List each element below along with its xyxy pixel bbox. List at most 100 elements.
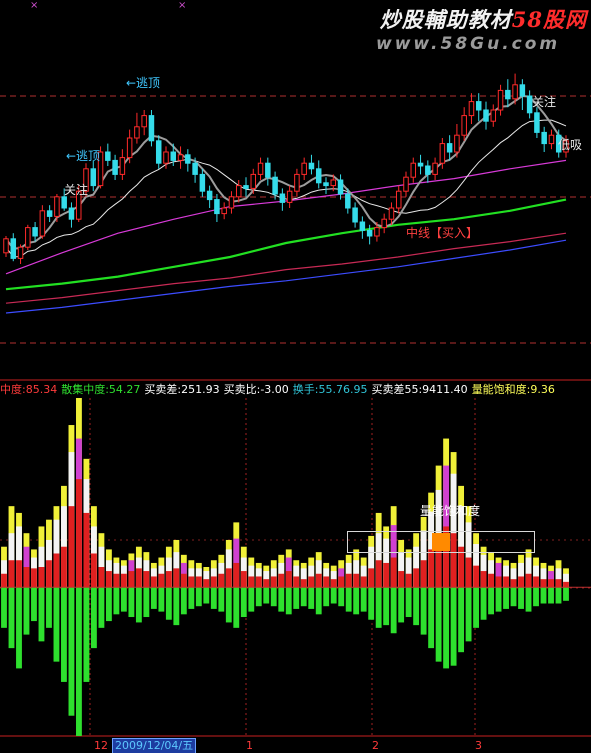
- vol-green-62: [465, 587, 472, 642]
- vol-green-23: [173, 587, 180, 626]
- candle-body-8: [61, 196, 67, 209]
- low-buy-label: 低吸: [558, 138, 583, 152]
- vol-green-13: [98, 587, 105, 628]
- vol-green-10: [76, 587, 82, 736]
- vol-red-48: [360, 576, 367, 588]
- vol-red-63: [473, 565, 480, 588]
- vol-red-74: [555, 579, 562, 588]
- vol-green-74: [555, 587, 562, 604]
- candle-body-73: [534, 112, 540, 133]
- ma-blue-line: [5, 239, 567, 314]
- candle-body-63: [461, 115, 467, 136]
- vol-green-5: [38, 587, 45, 642]
- vol-green-50: [375, 587, 382, 628]
- candle-body-15: [112, 159, 118, 175]
- vol-red-55: [413, 568, 420, 588]
- candle-body-0: [3, 238, 9, 254]
- vol-green-35: [263, 587, 270, 604]
- vol-red-31: [233, 562, 240, 588]
- vol-red-3: [23, 567, 30, 588]
- candle-body-33: [243, 185, 249, 189]
- candle-body-58: [425, 165, 431, 175]
- vol-green-47: [353, 587, 360, 615]
- vol-green-56: [420, 587, 427, 635]
- candle-body-66: [483, 109, 489, 122]
- vol-green-39: [293, 587, 300, 609]
- vol-red-27: [203, 579, 210, 588]
- candle-body-46: [337, 179, 344, 195]
- vol-red-72: [540, 579, 547, 588]
- candle-body-25: [185, 154, 191, 164]
- ma-green-line: [5, 198, 567, 291]
- vol-green-12: [90, 587, 97, 649]
- vol-red-37: [278, 573, 285, 588]
- candle-body-69: [505, 89, 511, 100]
- candle-body-42: [308, 162, 315, 170]
- vol-green-28: [210, 587, 217, 609]
- candle-body-68: [497, 89, 504, 111]
- vol-red-8: [61, 546, 67, 588]
- vol-green-18: [135, 587, 142, 623]
- vol-red-26: [195, 576, 202, 588]
- vol-red-56: [420, 560, 427, 588]
- vol-green-68: [510, 587, 517, 607]
- vol-green-44: [330, 587, 337, 604]
- vol-green-70: [525, 587, 532, 612]
- vol-green-53: [398, 587, 405, 623]
- candle-body-29: [214, 199, 220, 215]
- vol-red-4: [31, 568, 37, 588]
- vol-red-34: [255, 576, 262, 588]
- vol-red-68: [510, 579, 517, 588]
- candle-body-48: [352, 207, 358, 223]
- candle-body-9: [68, 207, 75, 220]
- vol-red-49: [368, 568, 375, 588]
- indicator-bar: 中度:85.34 散集中度:54.27 买卖差:251.93 买卖比:-3.00 换手:…: [0, 382, 591, 398]
- vol-red-32: [240, 571, 247, 588]
- candle-body-75: [548, 134, 555, 145]
- candle-body-2: [17, 246, 24, 259]
- cursor-date: 2009/12/04/五: [112, 738, 197, 753]
- vol-green-64: [480, 587, 487, 620]
- month-tick-3: 3: [475, 739, 482, 752]
- candle-body-38: [279, 193, 286, 203]
- indicator-item-2: 买卖差:251.93: [144, 383, 220, 396]
- ma-magenta-line: [5, 159, 567, 275]
- ma-white-line: [5, 119, 567, 258]
- vol-red-1: [8, 560, 15, 588]
- saturation-gauge-fill: [431, 533, 451, 551]
- stock-chart-screen: { "watermark": {"brand_a": "炒股輔助教材", "br…: [0, 0, 591, 753]
- candle-body-57: [417, 162, 424, 167]
- vol-red-14: [105, 571, 112, 588]
- candle-body-53: [388, 207, 395, 220]
- vol-red-69: [518, 576, 524, 588]
- candle-body-44: [323, 182, 329, 187]
- top-marker-2: ×: [178, 0, 186, 11]
- candle-body-31: [228, 196, 235, 209]
- candle-body-27: [199, 173, 206, 192]
- vol-red-64: [480, 571, 487, 588]
- candle-body-16: [119, 157, 126, 175]
- escape-top-label-1: ←逃顶: [126, 76, 161, 90]
- vol-green-0: [1, 587, 7, 628]
- vol-red-54: [405, 573, 412, 588]
- candle-body-34: [250, 173, 257, 189]
- vol-red-40: [300, 579, 307, 588]
- vol-red-52: [390, 557, 397, 588]
- vol-red-35: [263, 579, 270, 588]
- vol-red-51: [383, 562, 390, 588]
- candle-body-37: [272, 176, 278, 195]
- vol-red-28: [210, 576, 217, 588]
- candle-body-65: [475, 101, 482, 111]
- candle-body-54: [395, 190, 402, 209]
- vol-green-65: [488, 587, 494, 615]
- vol-green-71: [533, 587, 539, 607]
- vol-red-17: [128, 571, 135, 588]
- vol-green-20: [150, 587, 157, 609]
- candle-body-36: [265, 162, 271, 178]
- vol-green-43: [323, 587, 330, 607]
- vol-red-9: [68, 506, 75, 588]
- attention-label-1: 关注: [64, 183, 89, 197]
- candle-body-28: [206, 190, 213, 201]
- vol-red-38: [285, 571, 292, 588]
- vol-green-61: [458, 587, 465, 653]
